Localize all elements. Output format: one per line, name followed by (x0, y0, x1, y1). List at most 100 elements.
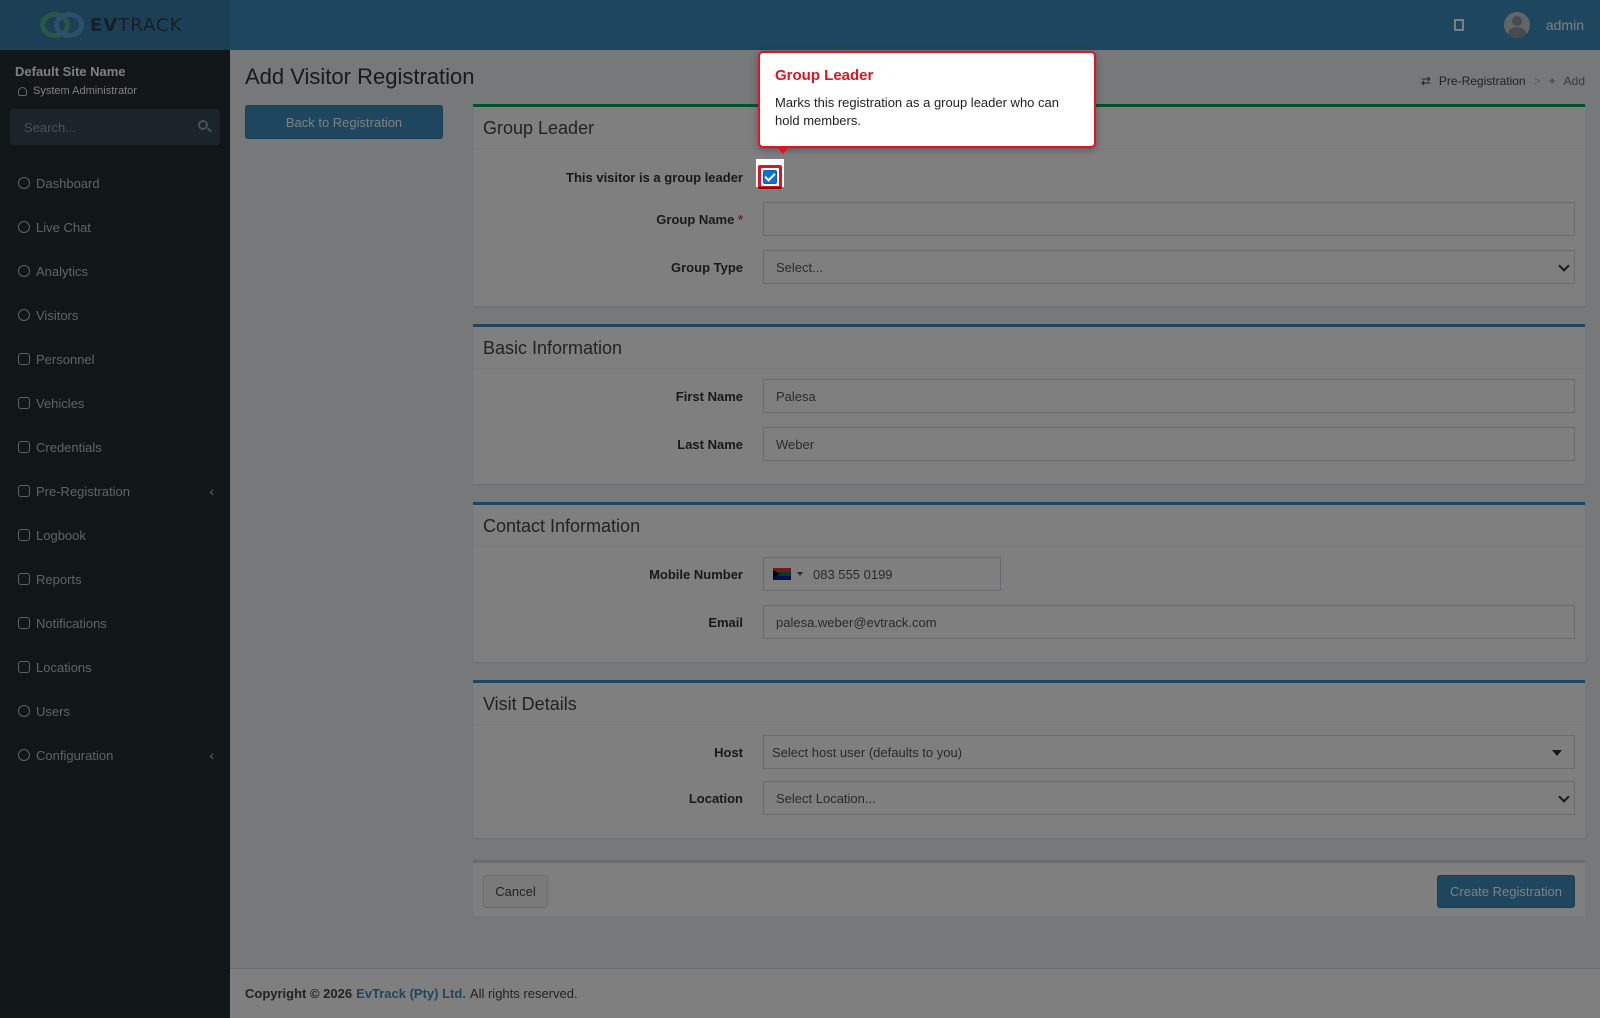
mobile-number-value: 083 555 0199 (813, 566, 893, 582)
logo-mark-icon (38, 8, 86, 42)
caret-down-icon (1552, 750, 1562, 756)
group-type-select[interactable]: Select... (763, 250, 1575, 284)
top-navbar: EVTRACK admin (0, 0, 1600, 50)
contact-information-panel: Contact Information Mobile Number 083 55… (473, 502, 1585, 662)
sidebar-item-credentials[interactable]: Credentials (0, 425, 230, 469)
group-name-row: Group Name * (473, 202, 1585, 236)
map-icon (18, 661, 30, 673)
sidebar-item-label: Personnel (36, 351, 95, 367)
chevron-down-icon (1558, 260, 1570, 272)
sidebar-item-analytics[interactable]: Analytics (0, 249, 230, 293)
copyright-text: Copyright © 2026 (245, 986, 353, 1001)
sidebar-item-label: Users (36, 703, 70, 719)
sidebar-item-configuration[interactable]: Configuration ‹ (0, 733, 230, 777)
location-select[interactable]: Select Location... (763, 781, 1575, 815)
back-to-registration-button[interactable]: Back to Registration (245, 105, 443, 139)
sidebar-item-label: Dashboard (36, 175, 100, 191)
sidebar-item-label: Logbook (36, 527, 86, 543)
first-name-input[interactable]: Palesa (763, 379, 1575, 413)
host-row: Host Select host user (defaults to you) (473, 735, 1585, 769)
breadcrumb-pre-registration[interactable]: Pre-Registration (1439, 74, 1526, 88)
email-label: Email (708, 614, 743, 630)
sidebar-item-logbook[interactable]: Logbook (0, 513, 230, 557)
email-input[interactable]: palesa.weber@evtrack.com (763, 605, 1575, 639)
username[interactable]: admin (1546, 17, 1584, 33)
visit-details-panel: Visit Details Host Select host user (def… (473, 680, 1585, 838)
location-row: Location Select Location... (473, 781, 1585, 815)
group-type-label: Group Type (671, 259, 743, 275)
tooltip-text: Marks this registration as a group leade… (775, 95, 1059, 128)
document-icon[interactable] (1453, 19, 1464, 31)
avatar[interactable] (1503, 12, 1530, 38)
group-leader-checkbox-row: This visitor is a group leader (473, 160, 1585, 194)
tooltip-title: Group Leader (775, 67, 874, 84)
group-leader-checkbox[interactable] (763, 170, 777, 184)
car-icon (18, 397, 30, 409)
create-registration-button[interactable]: Create Registration (1437, 875, 1575, 908)
sidebar-item-reports[interactable]: Reports (0, 557, 230, 601)
location-label: Location (688, 790, 743, 806)
user-menu: admin (1453, 0, 1584, 50)
first-name-row: First Name Palesa (473, 379, 1585, 413)
tour-tooltip: Group Leader Marks this registration as … (758, 51, 1096, 154)
chevron-left-icon: ‹ (209, 483, 214, 499)
page-title: Add Visitor Registration (245, 64, 475, 89)
sidebar-item-live-chat[interactable]: Live Chat (0, 205, 230, 249)
reports-icon (18, 573, 30, 585)
form-actions: Cancel Create Registration (473, 860, 1585, 916)
breadcrumb-separator: > (1533, 74, 1541, 88)
contact-information-title: Contact Information (473, 505, 1585, 547)
headset-icon (18, 221, 30, 233)
last-name-label: Last Name (677, 436, 743, 452)
sidebar-item-label: Configuration (36, 747, 114, 763)
group-type-value: Select... (776, 259, 823, 275)
sidebar-search (10, 109, 220, 145)
sidebar-item-label: Vehicles (36, 395, 85, 411)
group-type-row: Group Type Select... (473, 250, 1585, 284)
gear-icon (18, 749, 30, 761)
sidebar-item-label: Analytics (36, 263, 89, 279)
email-row: Email palesa.weber@evtrack.com (473, 605, 1585, 639)
sidebar-item-label: Pre-Registration (36, 483, 130, 499)
last-name-input[interactable]: Weber (763, 427, 1575, 461)
sidebar-item-vehicles[interactable]: Vehicles (0, 381, 230, 425)
sidebar-item-label: Reports (36, 571, 82, 587)
dashboard-icon (18, 177, 30, 189)
cancel-button[interactable]: Cancel (483, 875, 548, 908)
sidebar-item-visitors[interactable]: Visitors (0, 293, 230, 337)
sidebar-item-locations[interactable]: Locations (0, 645, 230, 689)
page-footer: Copyright © 2026 EvTrack (Pty) Ltd. All … (230, 968, 1600, 1018)
user-role-label: System Administrator (33, 85, 137, 97)
group-leader-checkbox-label: This visitor is a group leader (566, 169, 743, 185)
sidebar-item-label: Live Chat (36, 219, 91, 235)
caret-down-icon (797, 572, 803, 576)
first-name-label: First Name (675, 388, 743, 404)
sidebar-item-label: Locations (36, 659, 92, 675)
id-card-icon (18, 441, 30, 453)
mobile-number-input[interactable]: 083 555 0199 (763, 557, 1001, 591)
sidebar-item-dashboard[interactable]: Dashboard (0, 161, 230, 205)
sidebar-item-label: Notifications (36, 615, 107, 631)
host-select[interactable]: Select host user (defaults to you) (763, 735, 1575, 769)
visit-details-title: Visit Details (473, 683, 1585, 725)
company-link[interactable]: EvTrack (Pty) Ltd. (356, 986, 466, 1001)
sidebar-item-personnel[interactable]: Personnel (0, 337, 230, 381)
plus-icon: + (1548, 74, 1556, 88)
group-name-label: Group Name * (656, 211, 743, 227)
search-icon[interactable] (198, 120, 208, 130)
south-africa-flag-icon[interactable] (773, 568, 791, 580)
user-cog-icon (18, 705, 30, 717)
host-value: Select host user (defaults to you) (772, 744, 963, 760)
search-input[interactable] (10, 109, 220, 145)
logo[interactable]: EVTRACK (0, 0, 230, 50)
target-icon (18, 265, 30, 277)
group-name-input[interactable] (763, 202, 1575, 236)
sidebar-item-users[interactable]: Users (0, 689, 230, 733)
users-icon (18, 353, 30, 365)
breadcrumb: ⇄ Pre-Registration > + Add (1421, 74, 1585, 88)
sidebar-item-label: Credentials (36, 439, 102, 455)
sidebar-item-notifications[interactable]: Notifications (0, 601, 230, 645)
sidebar-item-label: Visitors (36, 307, 79, 323)
main-content: Add Visitor Registration ⇄ Pre-Registrat… (230, 50, 1600, 968)
sidebar-item-pre-registration[interactable]: Pre-Registration ‹ (0, 469, 230, 513)
